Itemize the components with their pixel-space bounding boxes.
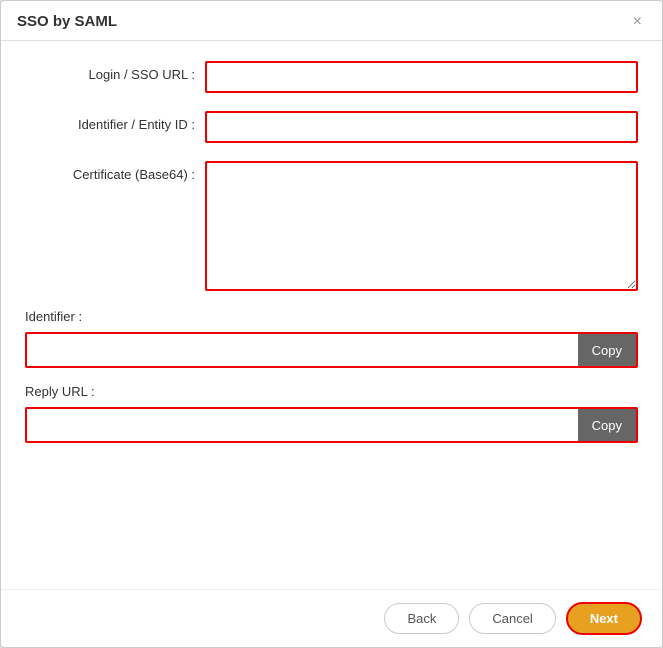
sections-area: Identifier : Copy Reply URL : Copy (25, 309, 638, 443)
dialog-footer: Back Cancel Next (1, 589, 662, 647)
certificate-row: Certificate (Base64) : (25, 161, 638, 291)
login-sso-url-row: Login / SSO URL : (25, 61, 638, 93)
certificate-textarea[interactable] (205, 161, 638, 291)
reply-url-section: Reply URL : Copy (25, 384, 638, 443)
reply-url-copy-wrapper: Copy (25, 407, 638, 443)
login-sso-url-label: Login / SSO URL : (25, 61, 205, 82)
cancel-button[interactable]: Cancel (469, 603, 555, 634)
sso-saml-dialog: SSO by SAML × Login / SSO URL : Identifi… (0, 0, 663, 648)
identifier-copy-input[interactable] (27, 334, 578, 366)
dialog-header: SSO by SAML × (1, 1, 662, 41)
identifier-section: Identifier : Copy (25, 309, 638, 368)
identifier-entity-id-row: Identifier / Entity ID : (25, 111, 638, 143)
close-button[interactable]: × (629, 14, 646, 30)
reply-url-copy-input[interactable] (27, 409, 578, 441)
next-button[interactable]: Next (566, 602, 642, 635)
reply-url-copy-button[interactable]: Copy (578, 409, 636, 441)
identifier-entity-id-input[interactable] (205, 111, 638, 143)
dialog-title: SSO by SAML (17, 13, 117, 30)
certificate-label: Certificate (Base64) : (25, 161, 205, 182)
identifier-section-label: Identifier : (25, 309, 638, 324)
login-sso-url-input[interactable] (205, 61, 638, 93)
dialog-body: Login / SSO URL : Identifier / Entity ID… (1, 41, 662, 589)
back-button[interactable]: Back (384, 603, 459, 634)
identifier-copy-wrapper: Copy (25, 332, 638, 368)
reply-url-section-label: Reply URL : (25, 384, 638, 399)
identifier-entity-id-label: Identifier / Entity ID : (25, 111, 205, 132)
identifier-copy-button[interactable]: Copy (578, 334, 636, 366)
